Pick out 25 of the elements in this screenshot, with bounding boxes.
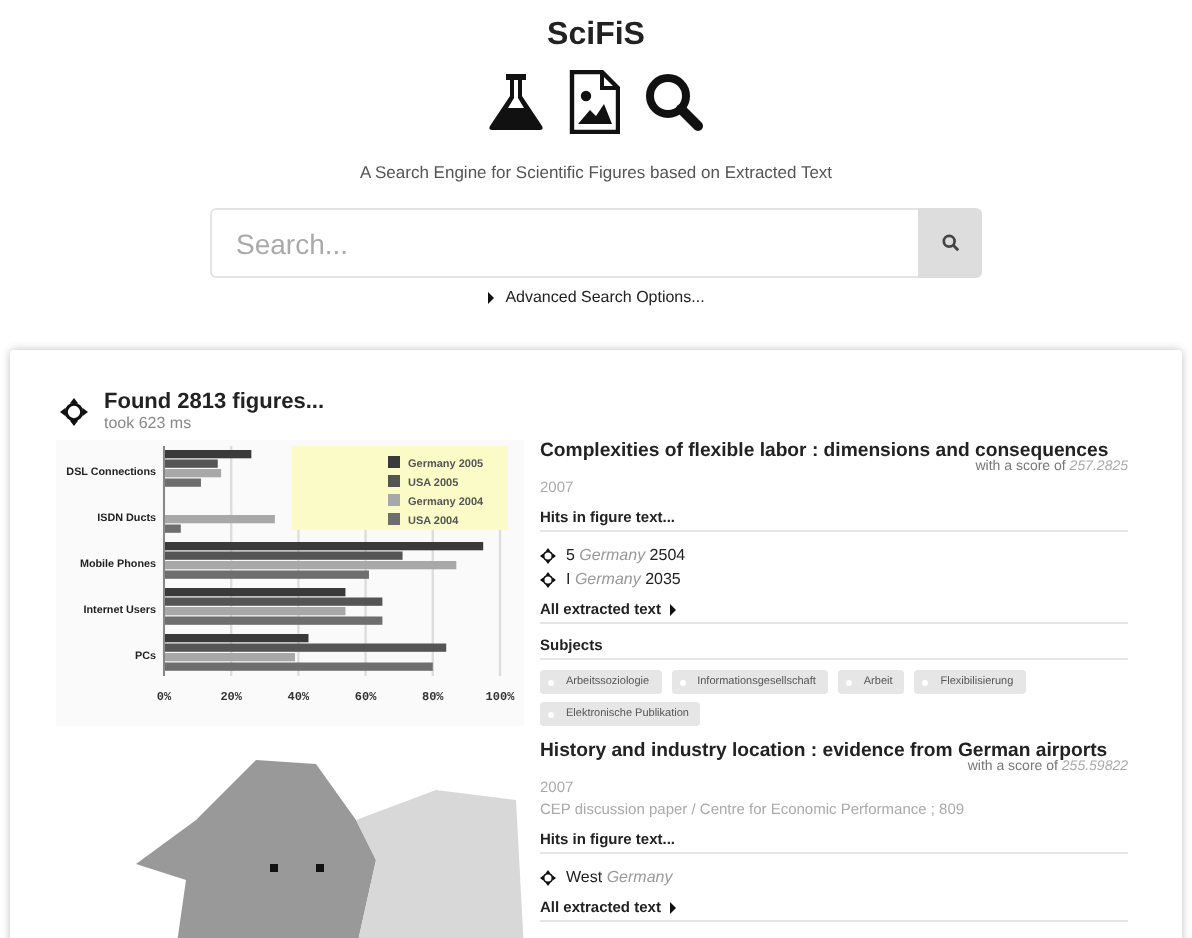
results-count: Found 2813 figures... [104, 390, 325, 414]
caret-icon [670, 901, 677, 913]
crosshair-icon [540, 571, 556, 587]
legend-swatch [388, 456, 400, 468]
legend-swatch [388, 494, 400, 506]
app-subtitle: A Search Engine for Scientific Figures based on Extracted Text [359, 162, 833, 182]
legend-swatch [388, 475, 400, 487]
image-file-icon [568, 70, 620, 134]
search-time: took 623 ms [104, 414, 194, 432]
crosshair-icon [540, 547, 556, 563]
flask-icon [488, 72, 544, 132]
caret-icon [670, 603, 677, 615]
search-button[interactable] [918, 208, 982, 278]
hit-text: West Germany [566, 868, 673, 886]
crosshair-icon [60, 397, 88, 425]
hit-text: I Germany 2035 [566, 570, 681, 588]
app-title: SciFiS [547, 16, 645, 56]
hit-text: 5 Germany 2504 [566, 546, 686, 564]
search-icon [644, 72, 704, 132]
caret-icon [487, 291, 494, 303]
search-icon [941, 234, 959, 252]
legend-swatch [388, 513, 400, 525]
advanced-search-link[interactable]: Advanced Search Options... [487, 288, 705, 306]
crosshair-icon [540, 869, 556, 885]
search-field[interactable]: Search... [210, 208, 918, 278]
